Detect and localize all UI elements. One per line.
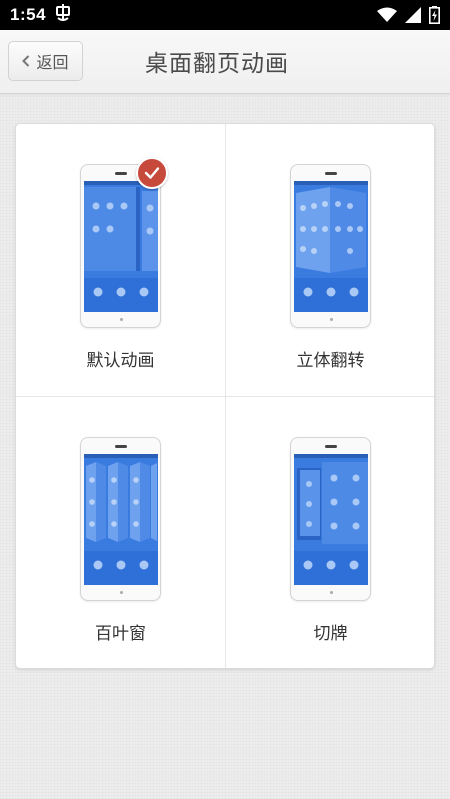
signal-icon <box>405 7 421 23</box>
title-bar: 返回 桌面翻页动画 <box>0 30 450 94</box>
phone-speaker <box>115 445 127 448</box>
page-title: 桌面翻页动画 <box>145 51 289 77</box>
preview-screen-cards <box>294 454 368 585</box>
status-icons <box>377 6 440 24</box>
back-button[interactable]: 返回 <box>8 41 83 81</box>
phone-preview <box>80 437 161 601</box>
option-default-animation[interactable]: 默认动画 <box>16 124 225 396</box>
phone-home-dot <box>120 591 123 594</box>
phone-preview <box>290 164 371 328</box>
phone-home-dot <box>330 318 333 321</box>
phone-speaker <box>325 445 337 448</box>
status-time: 1:54 <box>10 5 47 24</box>
phone-home-dot <box>120 318 123 321</box>
option-card-flip[interactable]: 切牌 <box>226 397 434 668</box>
animation-options-card: 默认动画 立体翻转 百叶窗 切牌 <box>15 123 435 669</box>
chevron-left-icon <box>22 55 30 67</box>
notification-icon <box>54 4 72 26</box>
option-label: 百叶窗 <box>95 624 146 644</box>
preview-screen-blinds <box>84 454 158 585</box>
option-label: 立体翻转 <box>296 351 365 371</box>
status-bar: 1:54 <box>0 0 450 30</box>
wifi-icon <box>377 7 397 23</box>
selected-check-icon <box>136 157 168 189</box>
battery-charging-icon <box>429 6 440 24</box>
option-label: 默认动画 <box>86 351 155 371</box>
preview-screen-cube <box>294 181 368 312</box>
options-grid: 默认动画 立体翻转 百叶窗 切牌 <box>16 124 434 668</box>
option-label: 切牌 <box>313 624 348 644</box>
preview-screen-default <box>84 181 158 312</box>
phone-preview <box>290 437 371 601</box>
back-label: 返回 <box>36 53 69 72</box>
phone-speaker <box>325 172 337 175</box>
option-cube-flip[interactable]: 立体翻转 <box>226 124 434 396</box>
phone-speaker <box>115 172 127 175</box>
phone-home-dot <box>330 591 333 594</box>
option-blinds[interactable]: 百叶窗 <box>16 397 225 668</box>
